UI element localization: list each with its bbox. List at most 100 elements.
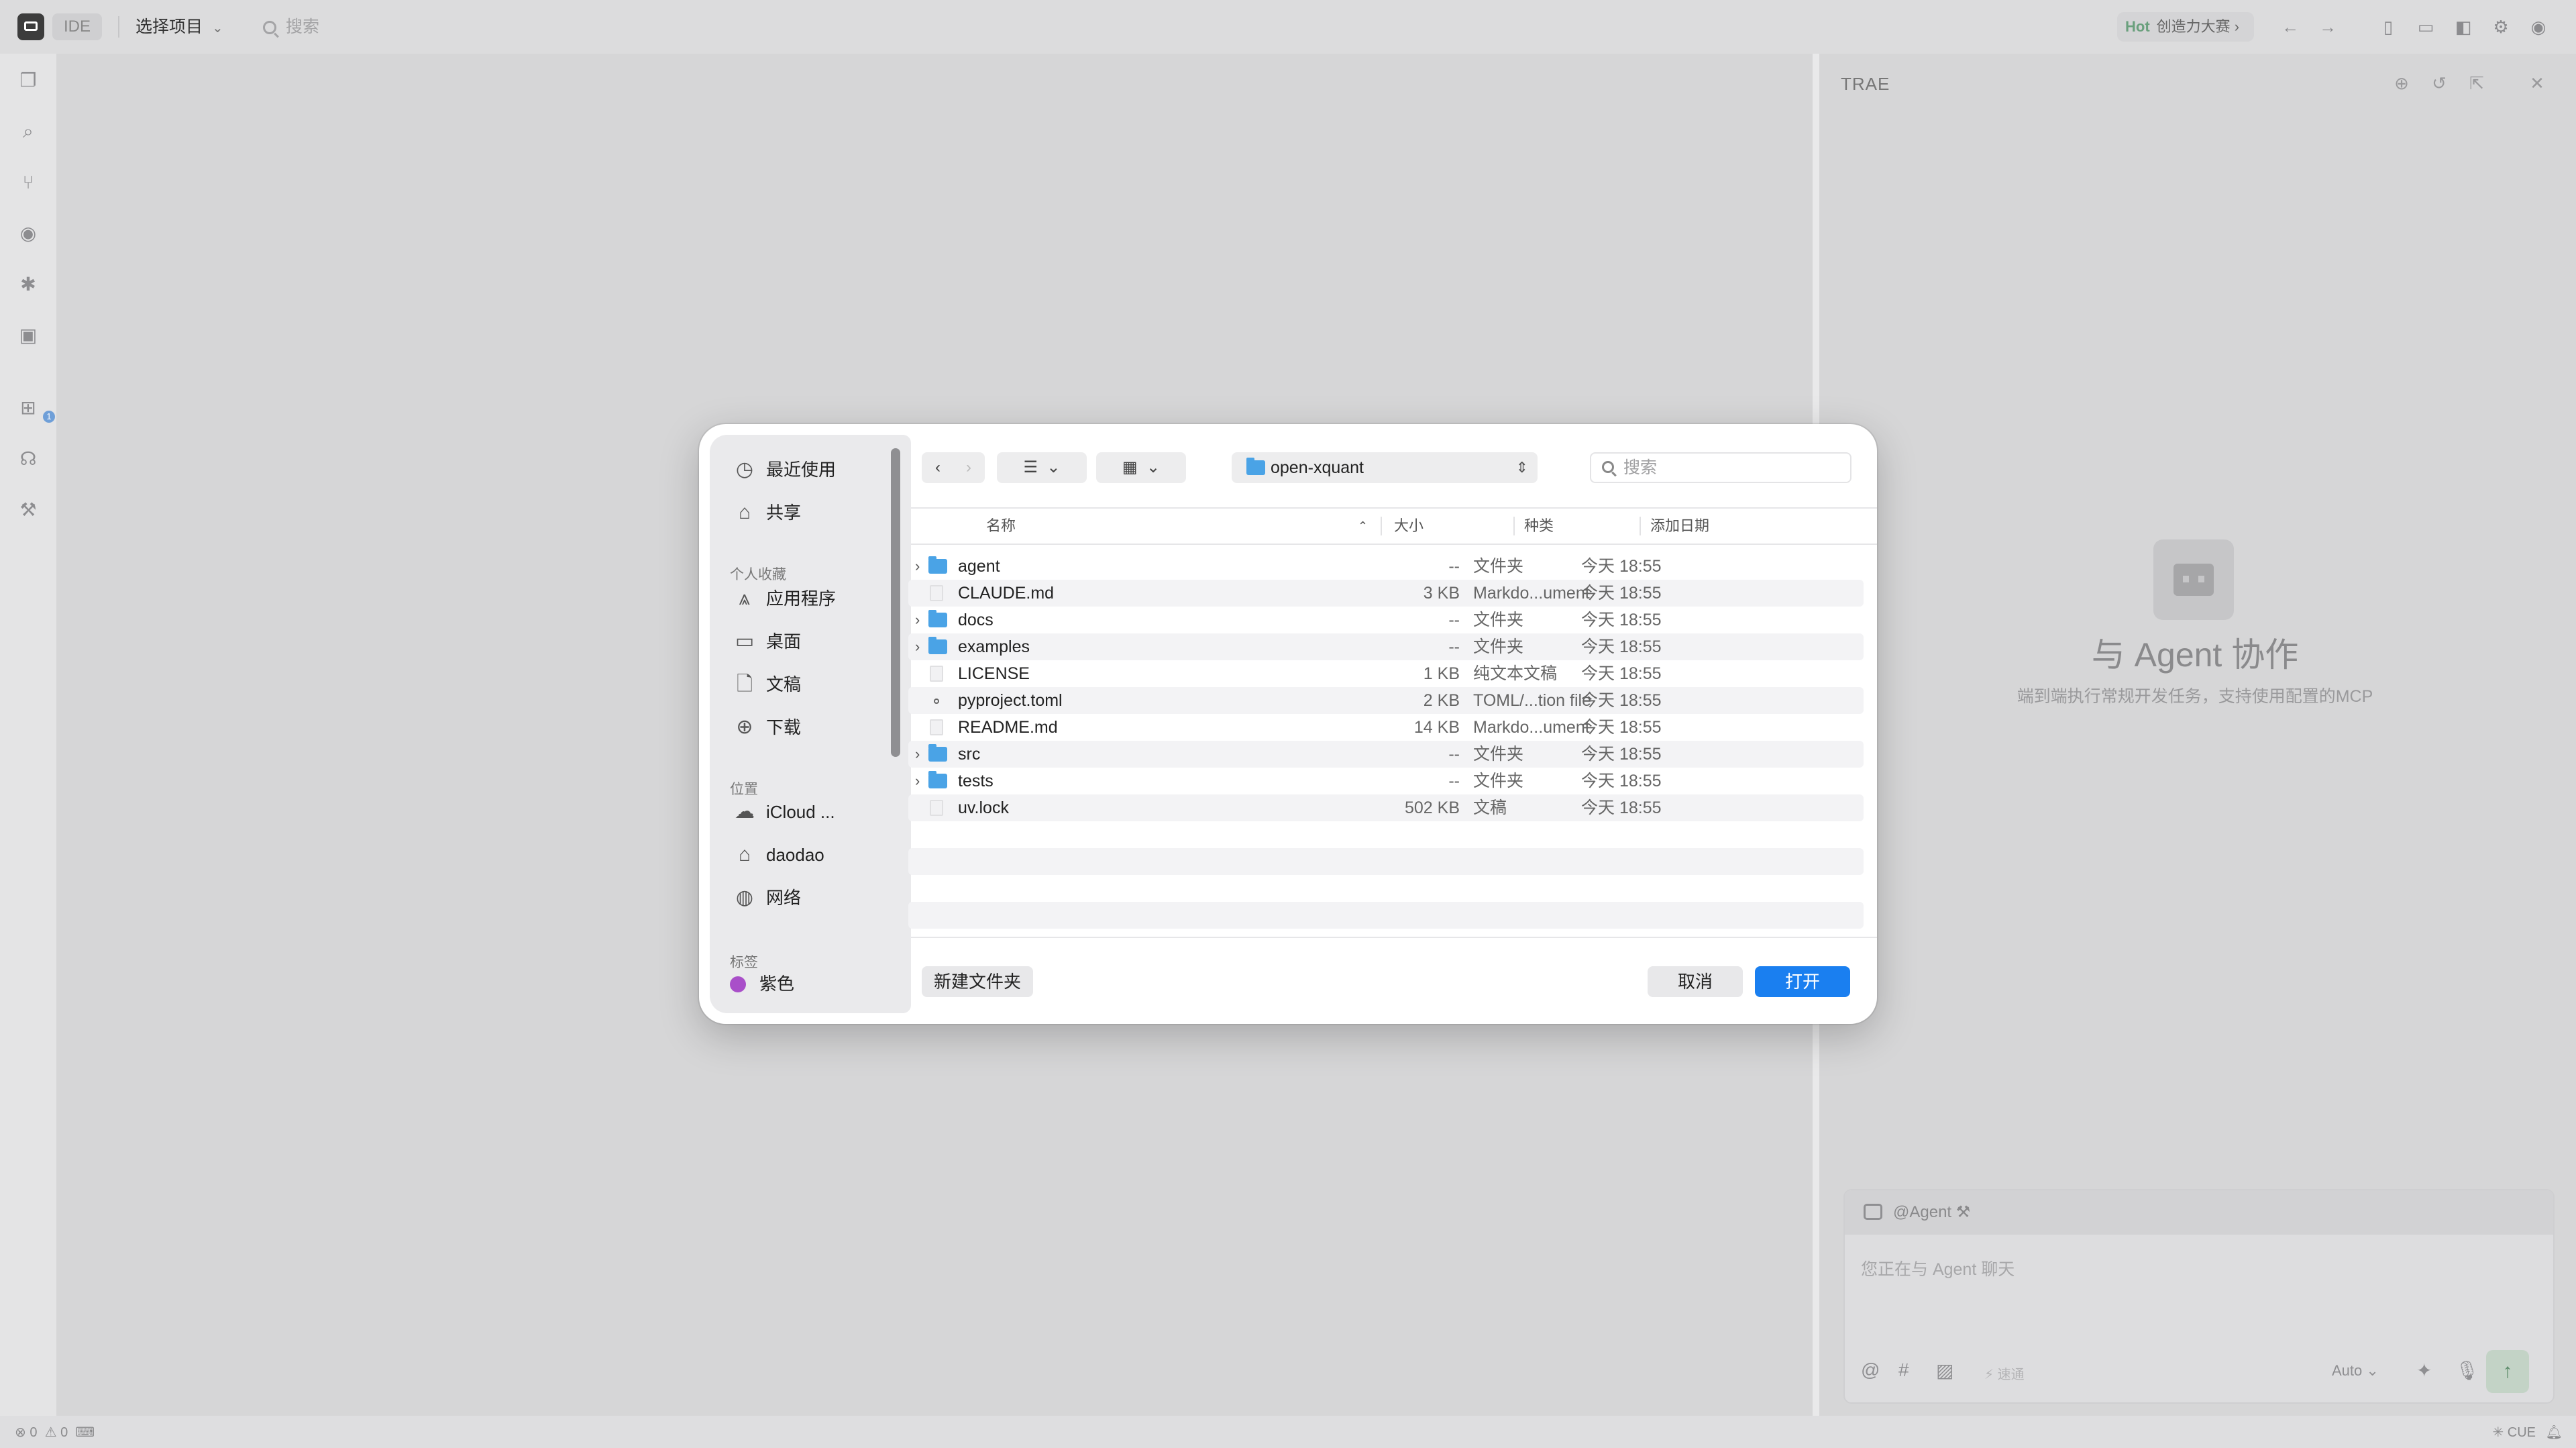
source-control-icon[interactable]: ⑂	[15, 169, 42, 196]
search-icon	[263, 21, 276, 34]
cancel-button[interactable]: 取消	[1648, 966, 1743, 997]
new-chat-icon[interactable]: ⊕	[2391, 72, 2412, 94]
file-row[interactable]: uv.lock 502 KB 文稿 今天 18:55	[908, 794, 1864, 821]
hash-icon[interactable]: #	[1898, 1359, 1909, 1381]
send-button[interactable]: ↑	[2486, 1350, 2529, 1393]
toggle-right-panel-icon[interactable]: ◧	[2453, 16, 2474, 38]
toggle-sidebar-icon[interactable]: ▯	[2377, 16, 2399, 38]
new-folder-button[interactable]: 新建文件夹	[922, 966, 1033, 997]
account-icon[interactable]: ◉	[2528, 16, 2549, 38]
list-view-button[interactable]: ☰ ⌄	[997, 452, 1087, 483]
nav-back-forward[interactable]: ‹ ›	[922, 452, 985, 483]
column-name[interactable]: 名称	[986, 509, 1016, 544]
chat-input[interactable]: 您正在与 Agent 聊天	[1861, 1256, 2015, 1280]
disclosure-chevron-icon[interactable]: ›	[915, 553, 928, 580]
forward-arrow-icon[interactable]: →	[2317, 16, 2339, 38]
back-arrow-icon[interactable]: ←	[2279, 16, 2301, 38]
debug-bug-icon[interactable]: ✱	[15, 271, 42, 298]
applications-icon: ⩓	[739, 587, 751, 609]
file-size: --	[1448, 772, 1460, 790]
file-row[interactable]: › agent -- 文件夹 今天 18:55	[908, 553, 1864, 580]
notification-bell-icon[interactable]: 🔔︎	[2546, 1424, 2563, 1441]
chat-input-box[interactable]: @Agent ⚒ 您正在与 Agent 聊天 @ # ▨ ⚡ 速通 Auto ⌄…	[1843, 1189, 2555, 1404]
column-kind[interactable]: 种类	[1524, 509, 1554, 544]
desktop-icon: ▭	[735, 630, 755, 652]
mention-at-icon[interactable]: @	[1861, 1359, 1880, 1381]
sidebar-item-documents[interactable]: 🗋︎ 文稿	[731, 670, 801, 699]
image-icon[interactable]: ▨	[1936, 1359, 1953, 1382]
path-select[interactable]: open-xquant ⇕	[1232, 452, 1538, 483]
sidebar-item-label: 下载	[766, 717, 802, 737]
sidebar-item-home[interactable]: ⌂ daodao	[731, 840, 824, 870]
dialog-search-input[interactable]: 搜索	[1590, 452, 1851, 483]
explorer-icon[interactable]: ❐	[15, 67, 42, 94]
disclosure-chevron-icon[interactable]: ›	[915, 633, 928, 660]
project-select[interactable]: 选择项目 ⌄	[136, 13, 223, 40]
file-date: 今天 18:55	[1581, 772, 1662, 790]
sidebar-item-downloads[interactable]: ⊕ 下载	[731, 713, 801, 742]
file-row[interactable]: › tests -- 文件夹 今天 18:55	[908, 768, 1864, 794]
problems-indicator[interactable]: ⊗ 0 ⚠ 0 ⌨	[15, 1424, 95, 1441]
disclosure-chevron-icon[interactable]: ›	[915, 741, 928, 768]
file-row[interactable]: › docs -- 文件夹 今天 18:55	[908, 607, 1864, 633]
chat-history-icon[interactable]: ☊	[15, 446, 42, 472]
dialog-sidebar: ◷ 最近使用 ⌂ 共享 个人收藏 ⩓ 应用程序 ▭ 桌面 🗋︎ 文稿 ⊕ 下载 位置 ☁ iC…	[710, 435, 911, 1013]
file-size: 14 KB	[1413, 718, 1460, 737]
tools-icon[interactable]: ⚒	[15, 497, 42, 523]
promo-text: 创造力大赛	[2156, 18, 2231, 35]
file-row[interactable]: › examples -- 文件夹 今天 18:55	[908, 633, 1864, 660]
back-chevron-icon[interactable]: ‹	[922, 452, 953, 483]
preview-eye-icon[interactable]: ◉	[15, 220, 42, 247]
app-logo-icon[interactable]	[17, 13, 44, 40]
forward-chevron-icon[interactable]: ›	[953, 452, 984, 483]
sidebar-scrollbar[interactable]	[891, 448, 900, 757]
open-button[interactable]: 打开	[1755, 966, 1850, 997]
sidebar-item-icloud[interactable]: ☁ iCloud ...	[731, 797, 835, 827]
agent-tag[interactable]: @Agent ⚒	[1893, 1202, 1970, 1222]
sparkle-icon[interactable]: ✦	[2416, 1359, 2432, 1382]
settings-gear-icon[interactable]: ⚙	[2490, 16, 2512, 38]
config-file-icon	[934, 699, 939, 704]
sidebar-item-tag-purple[interactable]: 紫色	[723, 969, 794, 998]
history-icon[interactable]: ↺	[2428, 72, 2450, 94]
hero-title: 与 Agent 协作	[2091, 636, 2299, 674]
grid-view-button[interactable]: ▦ ⌄	[1096, 452, 1186, 483]
model-select[interactable]: Auto ⌄	[2332, 1362, 2379, 1380]
column-size[interactable]: 大小	[1394, 509, 1424, 544]
extensions-badge: 1	[43, 411, 55, 423]
file-row[interactable]: › src -- 文件夹 今天 18:55	[908, 741, 1864, 768]
sidebar-item-applications[interactable]: ⩓ 应用程序	[731, 584, 836, 613]
sidebar-item-desktop[interactable]: ▭ 桌面	[731, 627, 801, 656]
sidebar-item-label: 最近使用	[766, 460, 837, 480]
disclosure-chevron-icon[interactable]: ›	[915, 607, 928, 633]
toggle-panel-icon[interactable]: ▭	[2415, 16, 2436, 38]
ide-mode-badge[interactable]: IDE	[52, 13, 102, 40]
trae-logo-icon	[2153, 539, 2234, 620]
sidebar-item-shared[interactable]: ⌂ 共享	[731, 498, 801, 527]
disclosure-chevron-icon[interactable]: ›	[915, 768, 928, 794]
status-right-item[interactable]: ✳ CUE	[2492, 1424, 2536, 1441]
hot-badge: Hot	[2125, 18, 2150, 35]
file-kind: 文件夹	[1473, 637, 1524, 656]
file-row[interactable]: pyproject.toml 2 KB TOML/...tion file 今天 18…	[908, 687, 1864, 714]
open-external-icon[interactable]: ⇱	[2466, 72, 2487, 94]
remote-monitor-icon[interactable]: ▣	[15, 322, 42, 349]
sidebar-item-network[interactable]: ◍ 网络	[731, 883, 801, 913]
column-date[interactable]: 添加日期	[1650, 509, 1709, 544]
file-row[interactable]: CLAUDE.md 3 KB Markdo...ument 今天 18:55	[908, 580, 1864, 607]
promo-banner[interactable]: Hot 创造力大赛 ›	[2117, 12, 2254, 42]
close-icon[interactable]: ✕	[2526, 72, 2548, 94]
global-search[interactable]: 搜索	[263, 15, 319, 39]
panel-title: TRAE	[1841, 74, 1890, 94]
activity-bar: ❐ ⌕ ⑂ ◉ ✱ ▣ ⊞ 1 ☊ ⚒	[0, 54, 56, 1416]
search-icon[interactable]: ⌕	[15, 118, 42, 145]
file-row[interactable]: LICENSE 1 KB 纯文本文稿 今天 18:55	[908, 660, 1864, 687]
shared-folder-icon: ⌂	[738, 501, 751, 523]
file-icon	[930, 585, 943, 601]
speed-mode-toggle[interactable]: ⚡ 速通	[1984, 1363, 2025, 1383]
microphone-icon[interactable]: 🎙	[2455, 1359, 2479, 1382]
sidebar-item-recent[interactable]: ◷ 最近使用	[731, 455, 836, 484]
folder-icon	[928, 637, 947, 654]
extensions-icon[interactable]: ⊞ 1	[15, 395, 55, 423]
file-row[interactable]: README.md 14 KB Markdo...ument 今天 18:55	[908, 714, 1864, 741]
